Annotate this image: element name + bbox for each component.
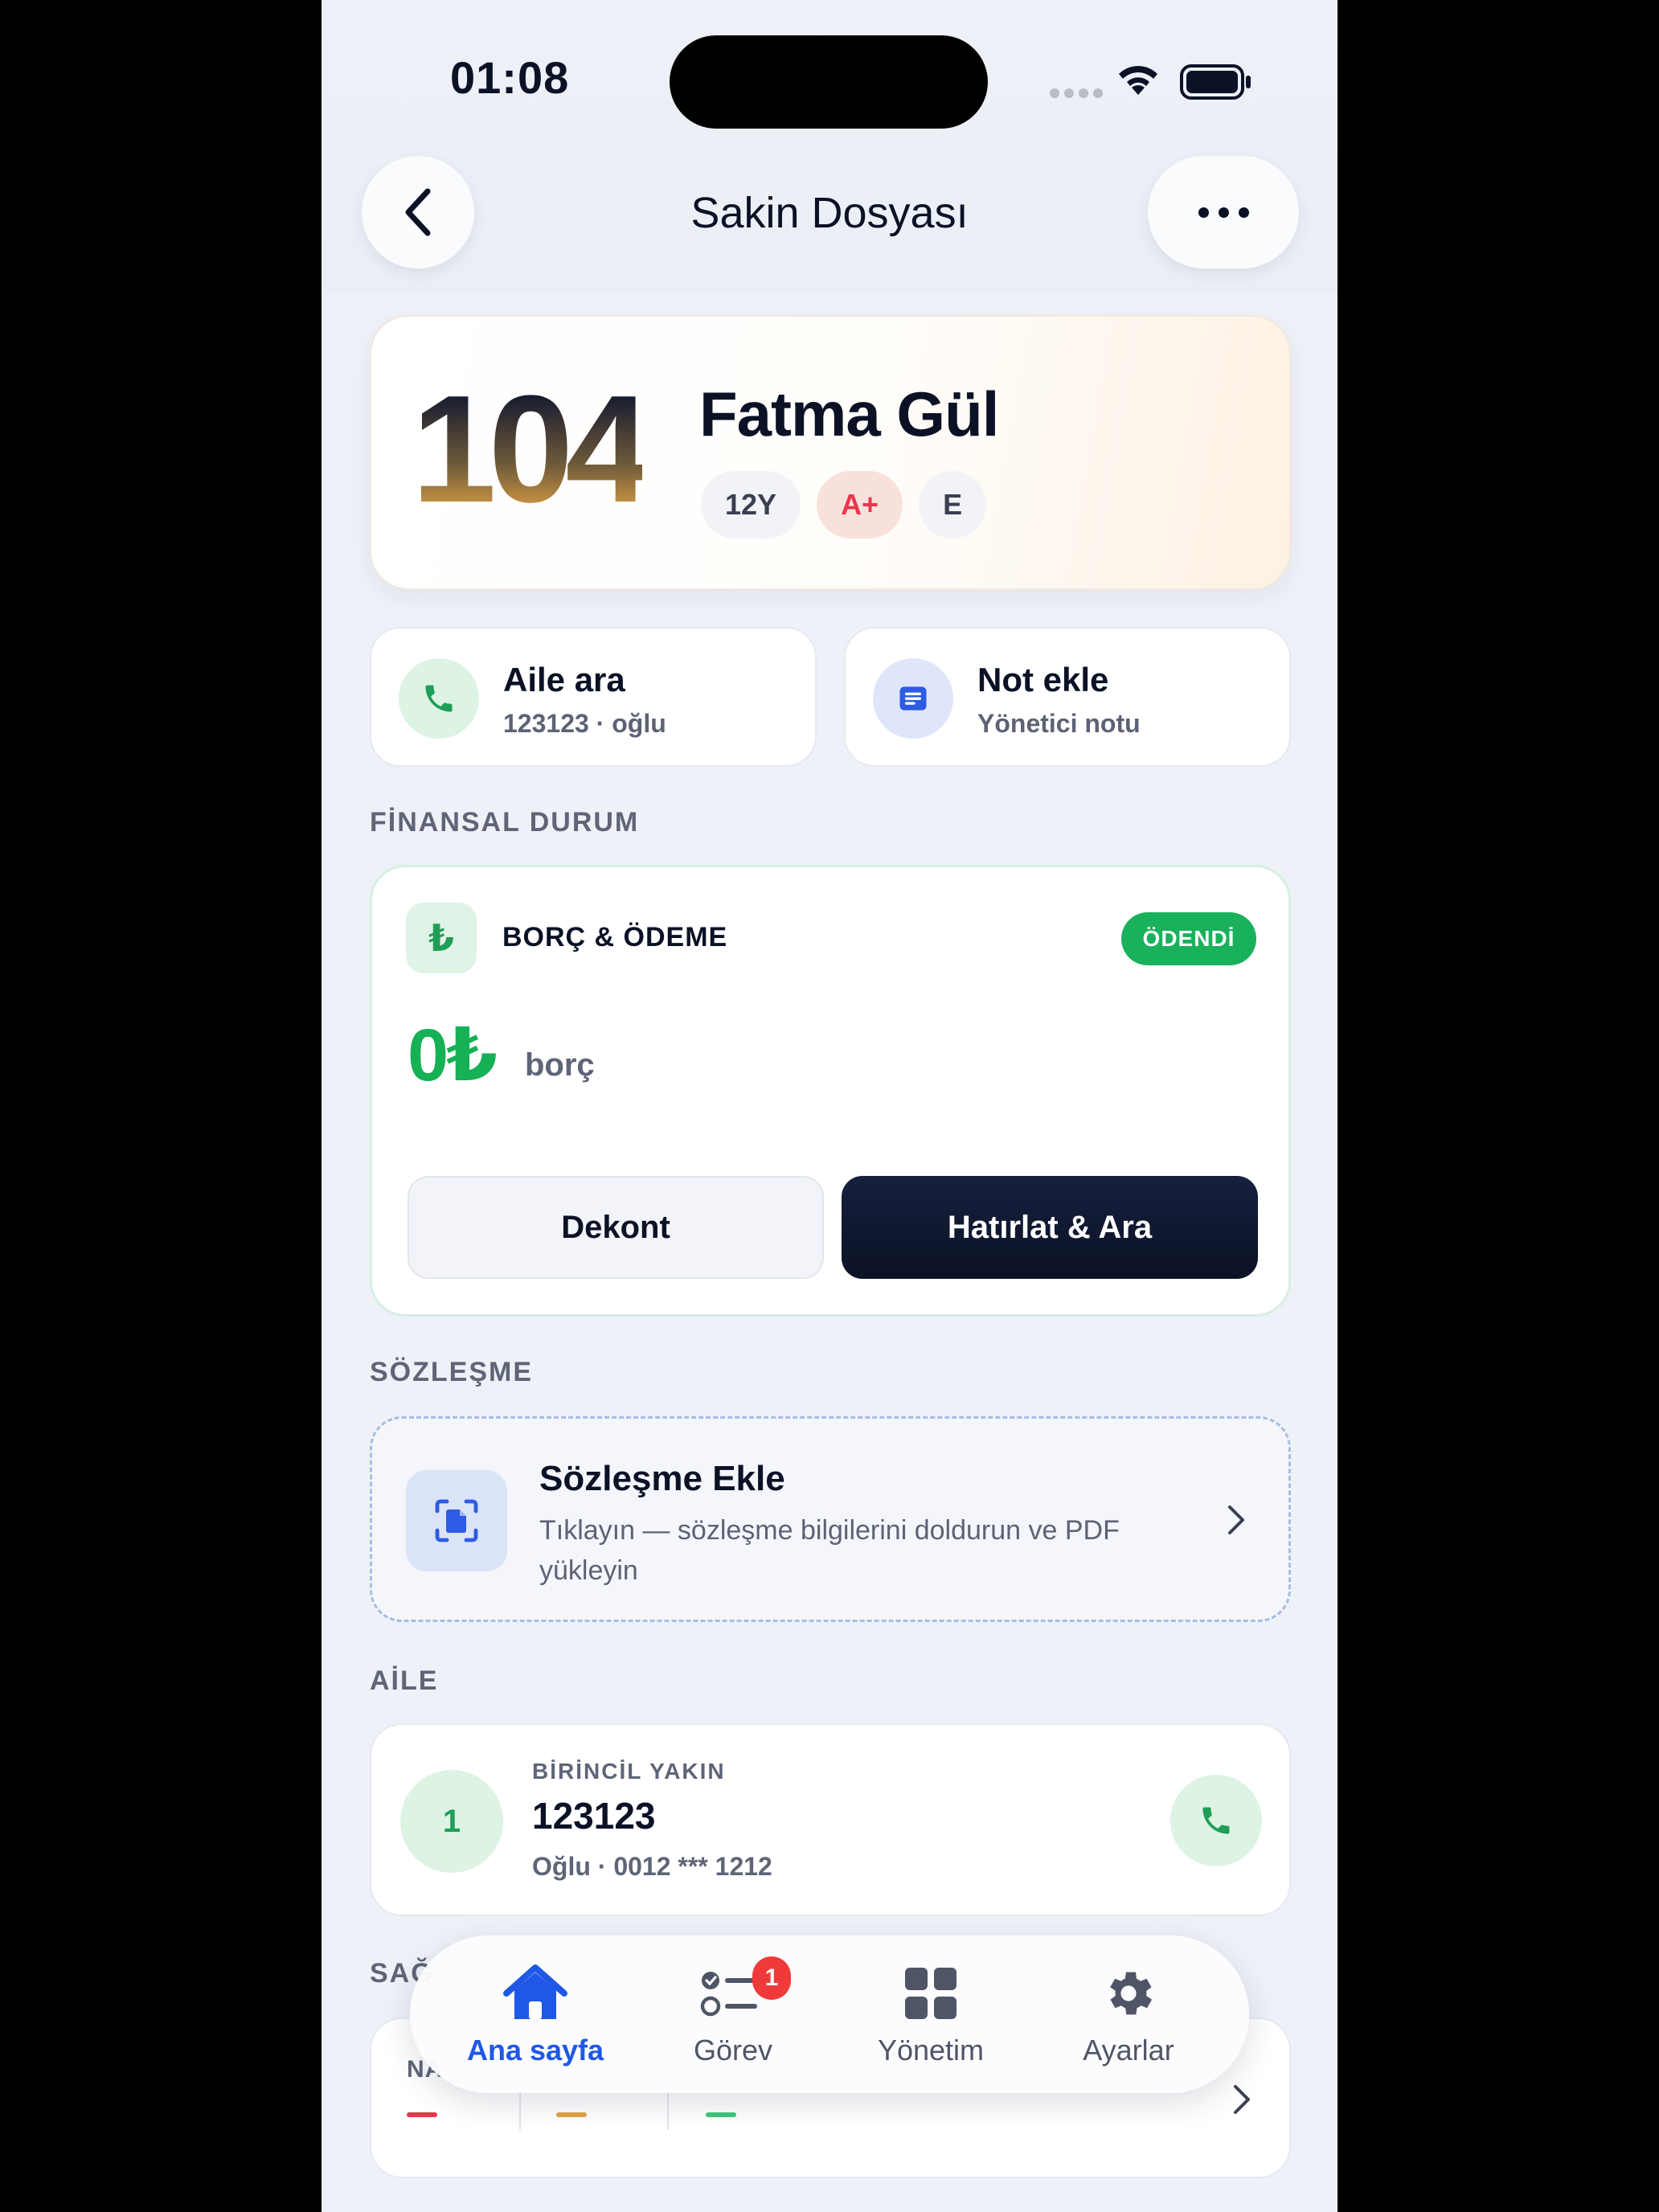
contact-detail: Oğlu · 0012 *** 1212 [532,1852,772,1881]
finance-title: BORÇ & ÖDEME [502,922,728,952]
grid-icon [834,1960,1027,2027]
gender-chip: E [919,471,987,539]
debt-amount: 0₺ [408,1014,498,1096]
resident-name: Fatma Gül [699,379,999,449]
finance-section-label: FİNANSAL DURUM [370,807,640,838]
status-badge: ÖDENDİ [1121,912,1256,965]
call-family-title: Aile ara [503,661,625,698]
resident-chips: 12Y A+ E [701,471,987,539]
status-bar-amber [556,2112,587,2117]
add-note-subtitle: Yönetici notu [977,709,1141,738]
blood-type-chip: A+ [817,471,903,539]
add-note-title: Not ekle [977,661,1109,698]
tab-tasks[interactable]: 1 Görev [637,1956,830,2080]
tab-home[interactable]: Ana sayfa [439,1960,632,2080]
wifi-icon [1119,66,1157,95]
contact-kicker: BİRİNCİL YAKIN [532,1759,726,1784]
contract-section-label: SÖZLEŞME [370,1357,534,1387]
remind-call-button[interactable]: Hatırlat & Ara [842,1176,1258,1279]
more-dot-icon [1198,207,1209,218]
tab-settings[interactable]: Ayarlar [1032,1960,1225,2080]
battery-icon [1180,64,1251,100]
more-options-button[interactable] [1148,156,1299,268]
phone-screen: 01:08 Sakin Dosyası 104 Fatma Gül 12Y A+… [322,0,1337,2212]
call-contact-button[interactable] [1170,1775,1262,1866]
phone-icon [399,658,479,739]
chevron-right-icon [1234,2085,1250,2114]
divider [667,2093,669,2130]
tasks-badge: 1 [752,1956,791,2000]
contact-name: 123123 [532,1795,656,1837]
unit-number: 104 [412,364,650,535]
bottom-tab-bar: Ana sayfa 1 Görev Yönetim Ayarlar [410,1936,1249,2093]
debt-label: borç [525,1047,595,1083]
status-bar-green [706,2112,736,2117]
tab-settings-label: Ayarlar [1083,2034,1174,2067]
status-bar-red [407,2112,437,2117]
more-dot-icon [1218,207,1229,218]
divider [519,2093,521,2130]
add-note-button[interactable]: Not ekle Yönetici notu [844,627,1291,767]
lira-icon: ₺ [406,903,477,973]
tab-management[interactable]: Yönetim [834,1960,1027,2080]
age-chip: 12Y [701,471,801,539]
status-time: 01:08 [450,52,570,103]
home-icon [439,1960,632,2027]
add-contract-card[interactable]: Sözleşme Ekle Tıklayın — sözleşme bilgil… [370,1416,1291,1622]
tab-management-label: Yönetim [877,2034,985,2067]
call-family-subtitle: 123123 · oğlu [503,709,666,738]
contract-description: Tıklayın — sözleşme bilgilerini doldurun… [539,1515,1120,1586]
note-icon [873,658,953,739]
document-scan-icon [406,1470,507,1571]
contract-title: Sözleşme Ekle [539,1459,785,1498]
finance-card: ₺ BORÇ & ÖDEME ÖDENDİ 0₺ borç Dekont Hat… [370,865,1291,1317]
dynamic-island [670,35,988,129]
tab-home-label: Ana sayfa [466,2034,604,2067]
family-contact-card[interactable]: 1 BİRİNCİL YAKIN 123123 Oğlu · 0012 *** … [370,1723,1291,1916]
contact-index-badge: 1 [400,1770,503,1873]
more-dot-icon [1238,207,1249,218]
phone-icon [1202,1807,1230,1834]
chevron-right-icon [1228,1505,1244,1534]
tasks-icon [637,1960,830,2027]
receipt-button[interactable]: Dekont [408,1176,824,1279]
call-family-button[interactable]: Aile ara 123123 · oğlu [370,627,817,767]
gear-icon [1032,1960,1225,2027]
resident-hero-card: 104 Fatma Gül 12Y A+ E [370,315,1291,590]
tab-tasks-label: Görev [693,2034,773,2067]
family-section-label: AİLE [370,1665,439,1696]
cellular-signal-icon [1050,88,1103,98]
